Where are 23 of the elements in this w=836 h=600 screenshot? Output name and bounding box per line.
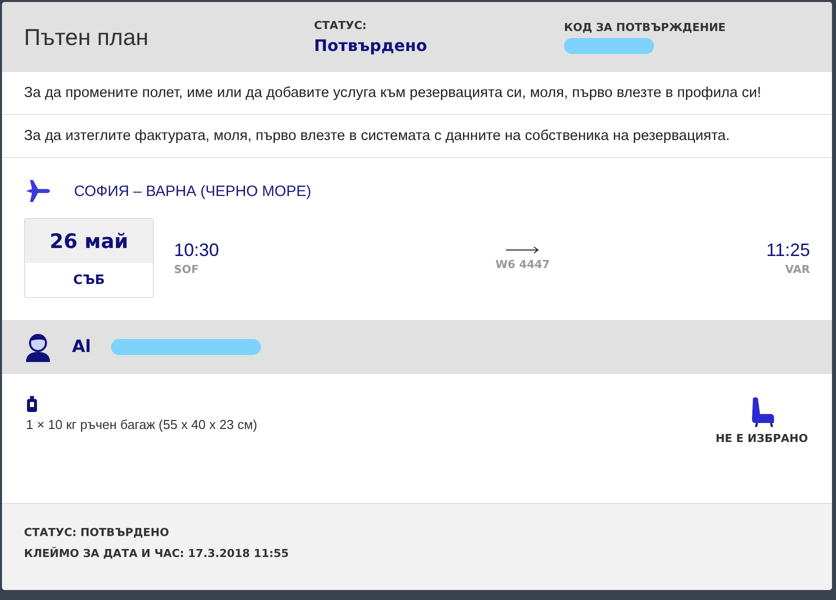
flight-number: W6 4447 [496,258,550,271]
departure-time: 10:30 [174,240,220,262]
status-value: Потвърдено [314,36,428,55]
arrival-airport-code: VAR [785,263,810,276]
footer-text: КЛЕЙМО ЗА ДАТА И ЧАС: 17.3.2018 11:55 [24,547,290,560]
footer-text: СТАТУС: ПОТВЪРДЕНО [24,526,170,539]
bag-icon [26,396,38,414]
notice-text: За да изтеглите фактурата, моля, първо влезте в системата с данните на собственика на резервацията. [2,115,832,158]
route-title: СОФИЯ – ВАРНА (ЧЕРНО МОРЕ) [74,182,312,200]
flight-date: 26 май [25,219,153,264]
arrival-time: 11:25 [766,240,810,262]
arrow-icon [506,246,540,254]
departure-airport-code: SOF [174,263,199,276]
airplane-icon [24,178,52,204]
status-label: СТАТУС: [314,19,368,32]
seat-status: НЕ Е ИЗБРАНО [716,432,808,446]
baggage-text: 1 × 10 кг ръчен багаж (55 x 40 x 23 см) [26,417,258,432]
flight-weekday: СЪБ [72,272,106,290]
notice-text: За да промените полет, име или да добавите услуга към резервацията си, моля, първо влезте в профила си! [2,72,832,116]
passenger-name: Al [72,337,91,358]
person-avatar-icon [24,332,52,362]
confirmation-code-label: КОД ЗА ПОТВЪРЖДЕНИЕ [564,20,727,34]
itinerary-title: Пътен план [24,24,150,50]
